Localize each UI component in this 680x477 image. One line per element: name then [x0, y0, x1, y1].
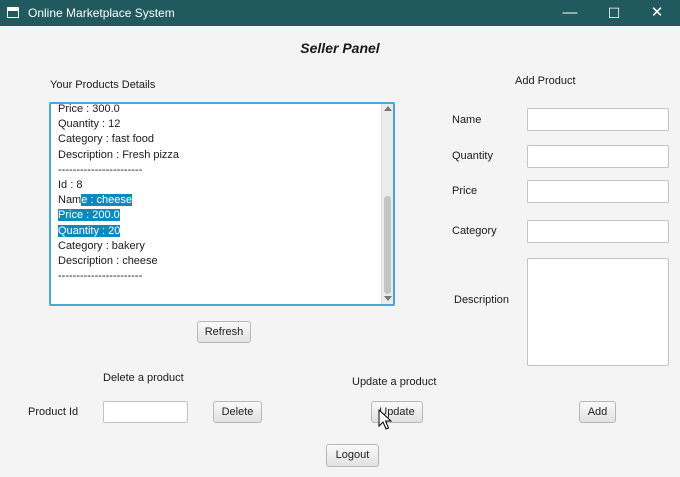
products-text-line: -----------------------	[58, 270, 143, 283]
products-text-line: Quantity : 20	[58, 224, 378, 239]
category-label: Category	[452, 225, 497, 237]
title-bar: Online Marketplace System — ☐ ✕	[0, 0, 680, 26]
name-label: Name	[452, 114, 482, 126]
page-title: Seller Panel	[300, 40, 380, 56]
close-button[interactable]: ✕	[634, 0, 680, 26]
quantity-label: Quantity	[452, 150, 493, 162]
add-product-heading: Add Product	[515, 75, 576, 87]
products-text-line: Category : bakery	[58, 239, 145, 252]
delete-button[interactable]: Delete	[213, 401, 262, 423]
products-text-line: -----------------------	[58, 163, 143, 176]
minimize-button[interactable]: —	[547, 0, 593, 26]
refresh-button[interactable]: Refresh	[197, 321, 251, 343]
scroll-up-icon[interactable]	[384, 106, 392, 111]
selected-text: Quantity : 20	[58, 224, 121, 237]
products-details-label: Your Products Details	[50, 79, 156, 91]
update-product-heading: Update a product	[352, 376, 437, 388]
app-window-icon	[7, 7, 19, 18]
products-text: Price : 300.0 Quantity : 12 Category : fas…	[58, 103, 378, 284]
products-text-line: Id : 8	[58, 178, 83, 191]
scroll-thumb[interactable]	[384, 196, 391, 294]
products-text-line: Description : cheese	[58, 254, 158, 267]
price-label: Price	[452, 185, 478, 197]
selected-text: Price : 200.0	[58, 209, 120, 222]
products-scrollbar[interactable]	[381, 104, 393, 304]
quantity-field[interactable]	[527, 145, 669, 168]
products-text-line: Name : cheese	[58, 194, 132, 207]
logout-button[interactable]: Logout	[326, 444, 379, 467]
delete-product-heading: Delete a product	[103, 372, 184, 384]
mouse-cursor-icon	[378, 409, 392, 430]
category-field[interactable]	[527, 220, 669, 243]
product-id-field[interactable]	[103, 401, 188, 423]
product-id-label: Product Id	[28, 406, 79, 418]
selected-text: e : cheese	[81, 194, 132, 207]
products-textarea[interactable]: Price : 300.0 Quantity : 12 Category : fas…	[49, 102, 395, 306]
window-title: Online Marketplace System	[28, 6, 175, 20]
products-text-line: Description : Fresh pizza	[58, 148, 180, 161]
add-button[interactable]: Add	[579, 401, 616, 423]
price-field[interactable]	[527, 180, 669, 203]
products-text-line: Quantity : 12	[58, 118, 121, 131]
products-text-line: Price : 200.0	[58, 208, 378, 223]
description-field[interactable]	[527, 258, 669, 366]
products-text-line: Price : 300.0	[58, 103, 120, 115]
name-field[interactable]	[527, 108, 669, 131]
description-label: Description	[454, 294, 510, 306]
maximize-button[interactable]: ☐	[591, 0, 637, 26]
scroll-down-icon[interactable]	[384, 296, 392, 301]
products-text-line: Category : fast food	[58, 133, 154, 146]
